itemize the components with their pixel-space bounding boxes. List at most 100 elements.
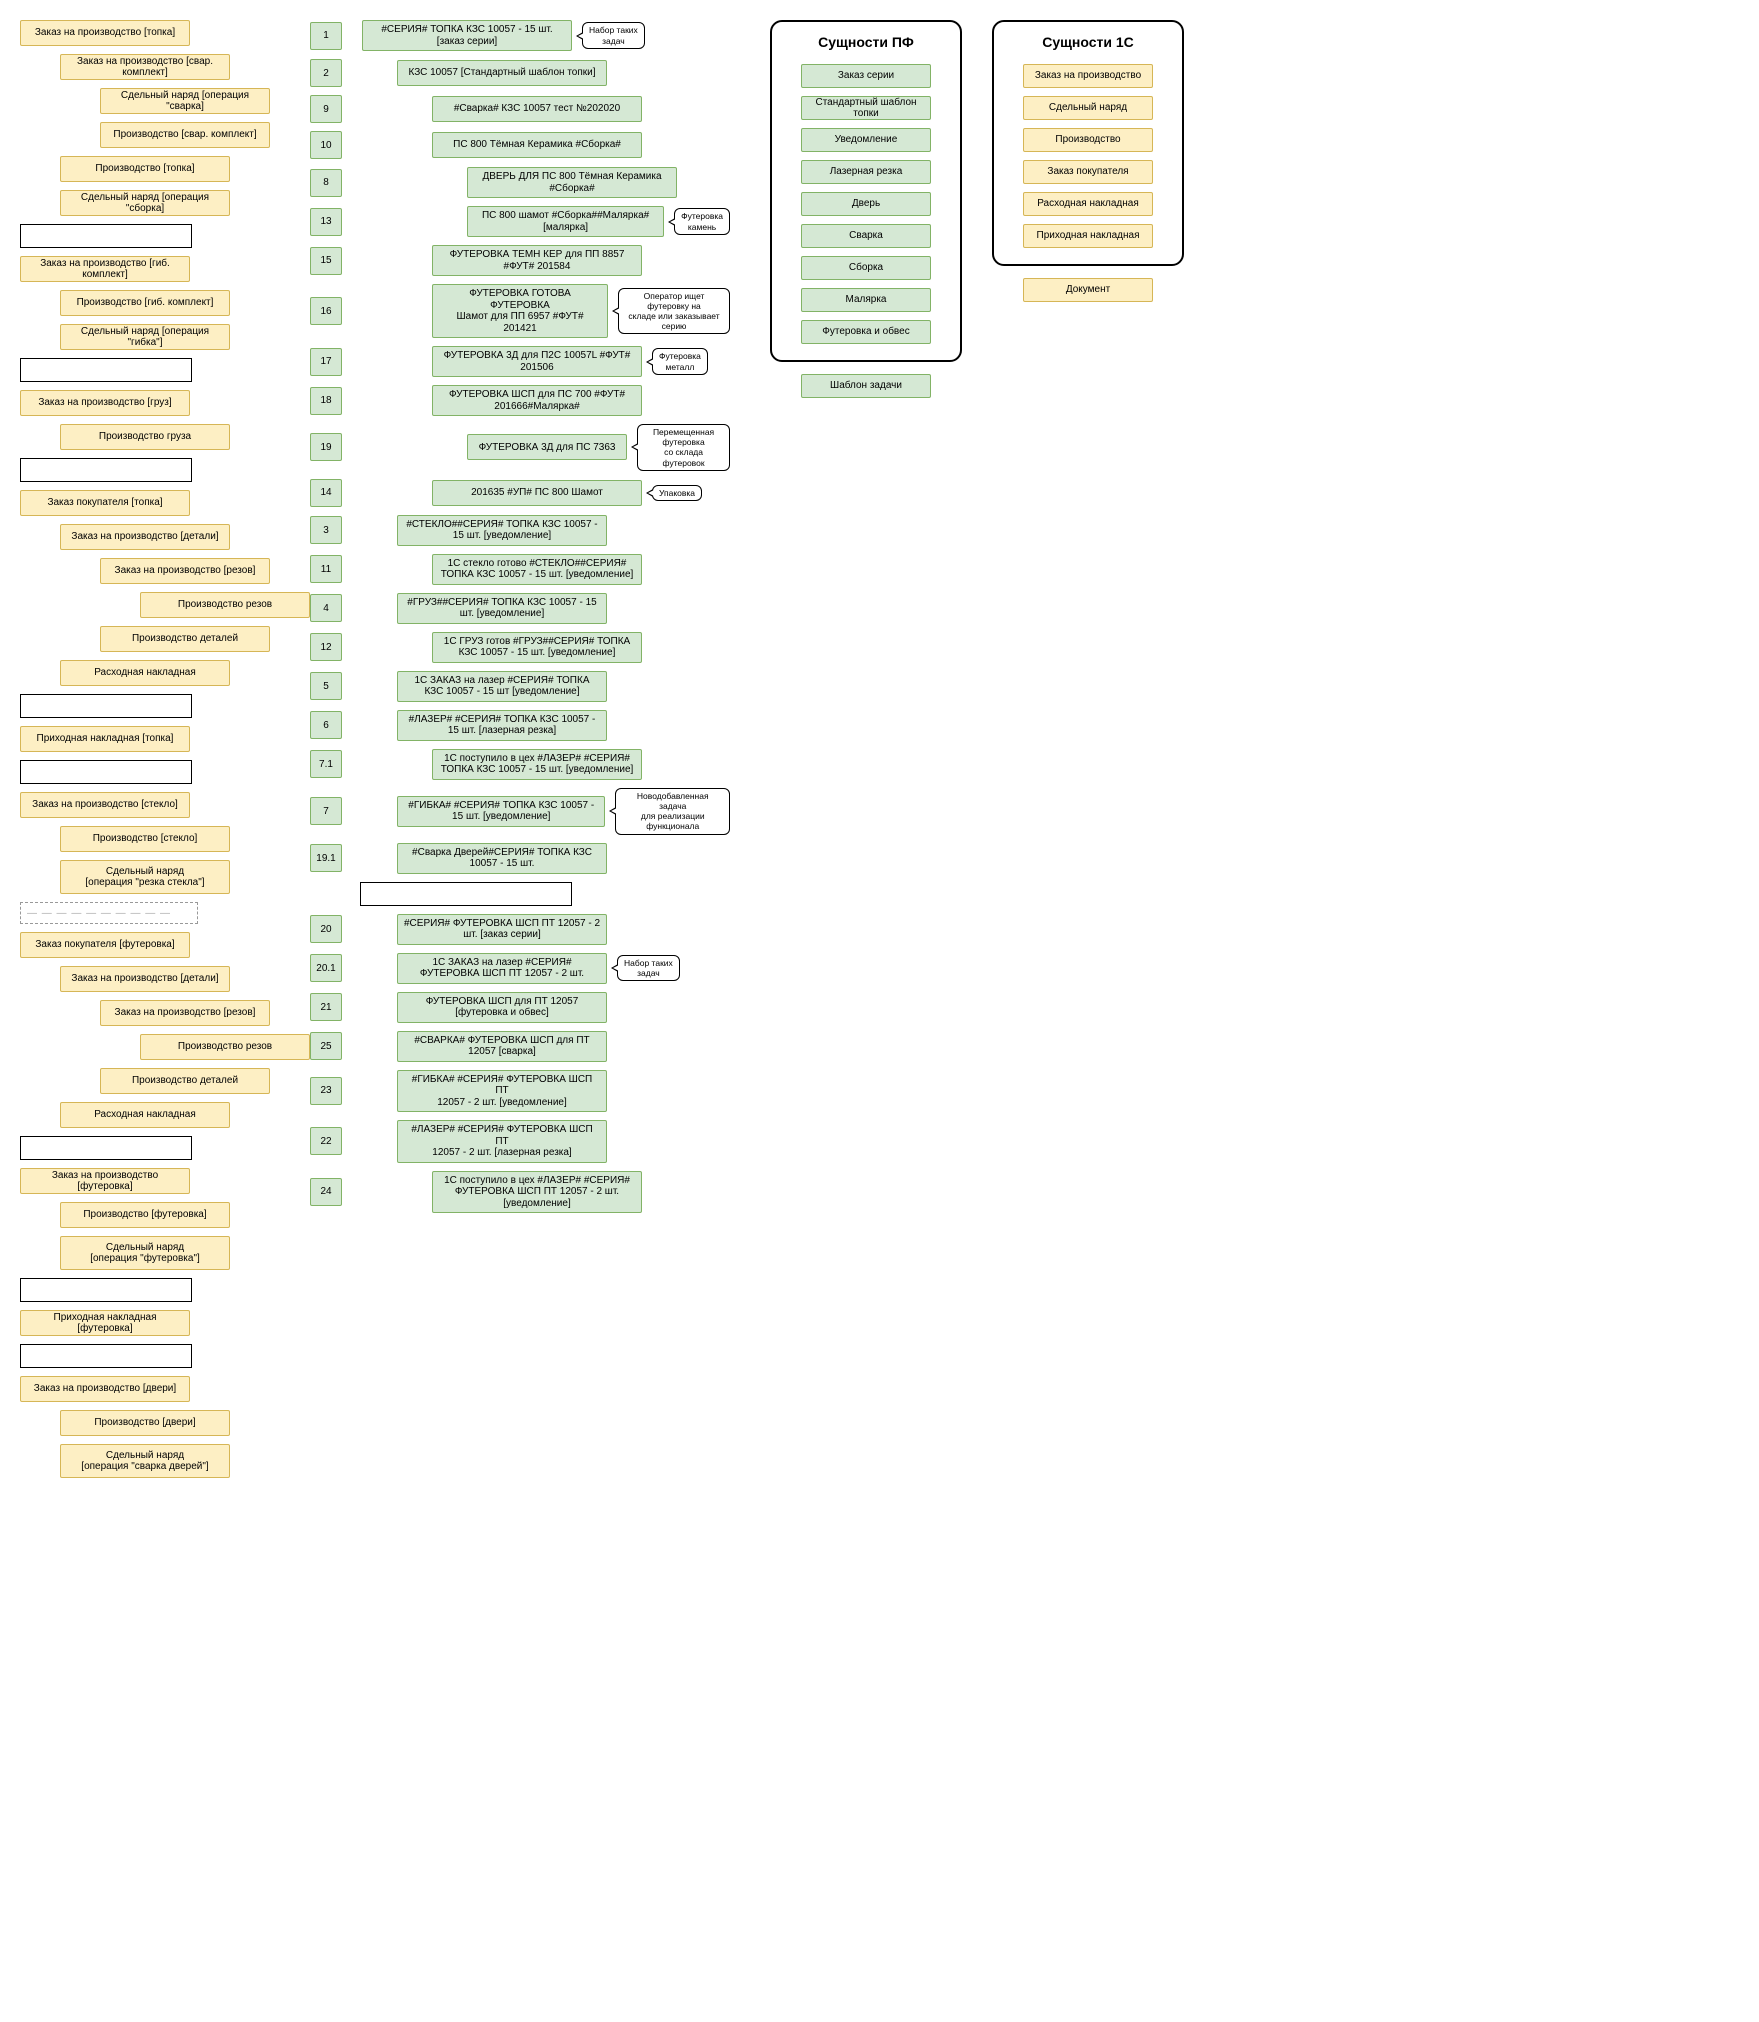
left-node: Производство [футеровка] (60, 1202, 230, 1228)
mid-node: 1С поступило в цех #ЛАЗЕР# #СЕРИЯ# ТОПКА… (432, 749, 642, 780)
mid-node: ФУТЕРОВКА ТЕМН КЕР для ПП 8857 #ФУТ# 201… (432, 245, 642, 276)
left-node: Производство деталей (100, 1068, 270, 1094)
right-panels: Сущности ПФ Заказ серииСтандартный шабло… (770, 20, 1184, 398)
1c-item: Сдельный наряд (1023, 96, 1153, 120)
row-number: 11 (310, 555, 342, 583)
left-node: Заказ покупателя [футеровка] (20, 932, 190, 958)
left-node: Заказ на производство [гиб. комплект] (20, 256, 190, 282)
row-number: 9 (310, 95, 342, 123)
row-number: 23 (310, 1077, 342, 1105)
pf-item: Футеровка и обвес (801, 320, 931, 344)
row-number: 18 (310, 387, 342, 415)
mid-node: #ГРУЗ##СЕРИЯ# ТОПКА КЗС 10057 - 15 шт. [… (397, 593, 607, 624)
middle-column: 1#СЕРИЯ# ТОПКА КЗС 10057 - 15 шт. [заказ… (310, 20, 730, 1213)
mid-row: 23#ГИБКА# #СЕРИЯ# ФУТЕРОВКА ШСП ПТ 12057… (310, 1070, 730, 1113)
mid-row: 22 #ЛАЗЕР# #СЕРИЯ# ФУТЕРОВКА ШСП ПТ 12057… (310, 1120, 730, 1163)
mid-node: 1С ЗАКАЗ на лазер #СЕРИЯ# ФУТЕРОВКА ШСП … (397, 953, 607, 984)
row-number: 13 (310, 208, 342, 236)
dashed-separator: — — — — — — — — — — (20, 902, 198, 924)
left-node: Заказ на производство [резов] (100, 1000, 270, 1026)
row-number: 20 (310, 915, 342, 943)
row-number: 21 (310, 993, 342, 1021)
row-number: 15 (310, 247, 342, 275)
1c-item: Заказ покупателя (1023, 160, 1153, 184)
left-node: Сдельный наряд [операция "резка стекла"] (60, 860, 230, 894)
separator-box (20, 224, 192, 248)
mid-node: #СЕРИЯ# ФУТЕРОВКА ШСП ПТ 12057 - 2 шт. [… (397, 914, 607, 945)
row-number: 14 (310, 479, 342, 507)
left-node: Заказ на производство [топка] (20, 20, 190, 46)
pf-item: Лазерная резка (801, 160, 931, 184)
callout: Оператор ищет футеровку на складе или за… (618, 288, 730, 335)
row-number: 20.1 (310, 954, 342, 982)
left-node: Заказ на производство [резов] (100, 558, 270, 584)
mid-node: 1С поступило в цех #ЛАЗЕР# #СЕРИЯ# ФУТЕР… (432, 1171, 642, 1214)
row-number: 22 (310, 1127, 342, 1155)
row-number: 25 (310, 1032, 342, 1060)
left-node: Производство груза (60, 424, 230, 450)
pf-item: Уведомление (801, 128, 931, 152)
pf-item: Стандартный шаблон топки (801, 96, 931, 120)
row-number: 8 (310, 169, 342, 197)
callout: Футеровка камень (674, 208, 730, 234)
separator-box (20, 1278, 192, 1302)
left-node: Приходная накладная [топка] (20, 726, 190, 752)
left-node: Производство [стекло] (60, 826, 230, 852)
callout: Упаковка (652, 485, 702, 501)
mid-row: 17ФУТЕРОВКА 3Д для П2С 10057L #ФУТ# 2015… (310, 346, 730, 377)
mid-row: 15 ФУТЕРОВКА ТЕМН КЕР для ПП 8857 #ФУТ# 2… (310, 245, 730, 276)
left-node: Приходная накладная [футеровка] (20, 1310, 190, 1336)
callout: Новодобавленная задача для реализации фу… (615, 788, 730, 835)
mid-node: #Сварка Дверей#СЕРИЯ# ТОПКА КЗС 10057 - … (397, 843, 607, 874)
left-node: Сдельный наряд [операция "сварка дверей"… (60, 1444, 230, 1478)
mid-row: 4 #ГРУЗ##СЕРИЯ# ТОПКА КЗС 10057 - 15 шт. … (310, 593, 730, 624)
panel-pf-wrap: Сущности ПФ Заказ серииСтандартный шабло… (770, 20, 962, 398)
row-number: 24 (310, 1178, 342, 1206)
mid-row: 6#ЛАЗЕР# #СЕРИЯ# ТОПКА КЗС 10057 - 15 шт… (310, 710, 730, 741)
mid-row: 11 1С стекло готово #СТЕКЛО##СЕРИЯ# ТОПКА… (310, 554, 730, 585)
left-node: Заказ покупателя [топка] (20, 490, 190, 516)
separator-box (20, 358, 192, 382)
mid-row: 10ПС 800 Тёмная Керамика #Сборка# (310, 131, 730, 159)
mid-row: 9#Сварка# КЗС 10057 тест №202020 (310, 95, 730, 123)
mid-node: #СЕРИЯ# ТОПКА КЗС 10057 - 15 шт. [заказ … (362, 20, 572, 51)
mid-node: 201635 #УП# ПС 800 Шамот (432, 480, 642, 506)
row-number: 3 (310, 516, 342, 544)
separator-box (20, 1136, 192, 1160)
left-node: Производство резов (140, 1034, 310, 1060)
row-number: 5 (310, 672, 342, 700)
separator-box (20, 694, 192, 718)
left-node: Производство резов (140, 592, 310, 618)
left-node: Производство [двери] (60, 1410, 230, 1436)
mid-row: 20.1 1С ЗАКАЗ на лазер #СЕРИЯ# ФУТЕРОВКА … (310, 953, 730, 984)
mid-node: ФУТЕРОВКА 3Д для ПС 7363 (467, 434, 627, 460)
row-number: 19.1 (310, 844, 342, 872)
mid-row: 14 201635 #УП# ПС 800 Шамот Упаковка (310, 479, 730, 507)
mid-node: #ЛАЗЕР# #СЕРИЯ# ФУТЕРОВКА ШСП ПТ 12057 -… (397, 1120, 607, 1163)
mid-row: 20 #СЕРИЯ# ФУТЕРОВКА ШСП ПТ 12057 - 2 шт.… (310, 914, 730, 945)
mid-node: ДВЕРЬ ДЛЯ ПС 800 Тёмная Керамика #Сборка… (467, 167, 677, 198)
panel-1c: Сущности 1С Заказ на производствоСдельны… (992, 20, 1184, 266)
separator-box (20, 1344, 192, 1368)
left-node: Заказ на производство [детали] (60, 524, 230, 550)
mid-node: ФУТЕРОВКА ШСП для ПТ 12057 [футеровка и … (397, 992, 607, 1023)
left-node: Заказ на производство [детали] (60, 966, 230, 992)
pf-item: Сварка (801, 224, 931, 248)
mid-row: 121С ГРУЗ готов #ГРУЗ##СЕРИЯ# ТОПКА КЗС … (310, 632, 730, 663)
mid-node: 1С ЗАКАЗ на лазер #СЕРИЯ# ТОПКА КЗС 1005… (397, 671, 607, 702)
separator-box (360, 882, 572, 906)
left-node: Заказ на производство [груз] (20, 390, 190, 416)
mid-node: 1С стекло готово #СТЕКЛО##СЕРИЯ# ТОПКА К… (432, 554, 642, 585)
row-number: 17 (310, 348, 342, 376)
1c-extra-document: Документ (1023, 278, 1153, 302)
pf-item: Малярка (801, 288, 931, 312)
callout: Перемещенная футеровка со склада футеров… (637, 424, 730, 471)
separator-box (20, 760, 192, 784)
left-node: Сдельный наряд [операция "сварка] (100, 88, 270, 114)
left-node: Заказ на производство [стекло] (20, 792, 190, 818)
pf-item: Заказ серии (801, 64, 931, 88)
callout: Набор таких задач (617, 955, 680, 981)
left-node: Производство [топка] (60, 156, 230, 182)
mid-row: 18ФУТЕРОВКА ШСП для ПС 700 #ФУТ# 201666#… (310, 385, 730, 416)
row-number: 4 (310, 594, 342, 622)
